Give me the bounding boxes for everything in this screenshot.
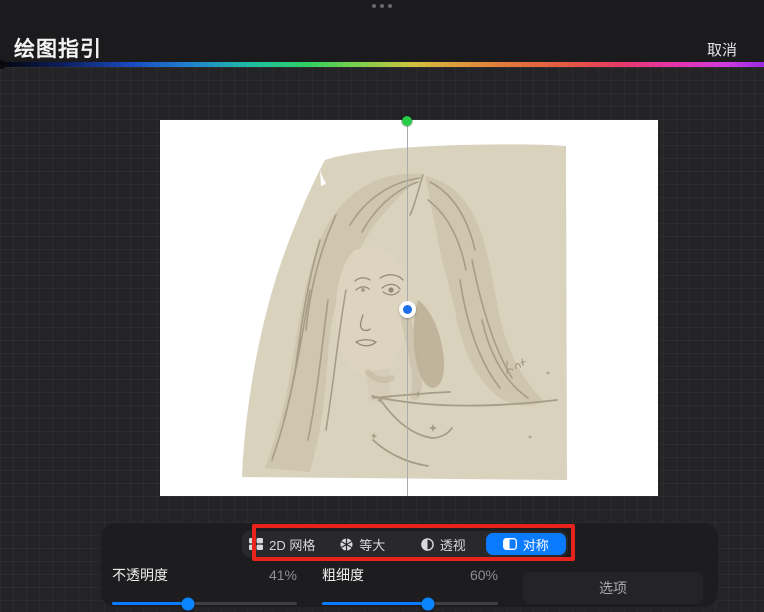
thickness-value: 60% — [469, 567, 498, 583]
header-bar: 绘图指引 取消 — [0, 0, 764, 62]
symmetry-center-handle[interactable] — [399, 301, 416, 318]
thickness-label: 粗细度 — [322, 567, 364, 583]
tab-perspective[interactable]: 透视 — [403, 531, 484, 557]
symmetry-icon — [502, 538, 517, 550]
page-title: 绘图指引 — [14, 38, 102, 61]
tab-symmetry[interactable]: 对称 — [485, 533, 566, 555]
opacity-slider-thumb[interactable] — [181, 597, 195, 610]
opacity-value: 41% — [268, 567, 297, 583]
options-button[interactable]: 选项 — [523, 572, 703, 604]
tab-isometric[interactable]: 等大 — [323, 531, 404, 557]
tab-label: 等大 — [359, 537, 386, 553]
symmetry-rotation-handle[interactable] — [402, 116, 412, 126]
perspective-icon — [420, 537, 434, 551]
cancel-button[interactable]: 取消 — [707, 39, 737, 60]
opacity-slider[interactable] — [112, 597, 297, 610]
drag-handle-icon[interactable] — [0, 4, 764, 8]
thickness-slider[interactable] — [322, 597, 498, 610]
guide-type-tabs: 2D 网格 等大 透视 对称 — [242, 531, 568, 557]
opacity-label: 不透明度 — [112, 567, 168, 583]
tab-label: 透视 — [439, 537, 466, 553]
drawing-canvas[interactable] — [160, 116, 658, 496]
tab-label: 2D 网格 — [269, 537, 316, 553]
grid-2d-icon — [249, 538, 264, 550]
thickness-slider-group: 粗细度 60% — [322, 565, 498, 610]
tab-2d-grid[interactable]: 2D 网格 — [242, 531, 323, 557]
isometric-icon — [340, 538, 353, 551]
tab-label: 对称 — [522, 537, 549, 553]
opacity-slider-group: 不透明度 41% — [112, 565, 297, 610]
thickness-slider-thumb[interactable] — [421, 597, 435, 610]
hue-spectrum-bar[interactable] — [0, 62, 764, 67]
